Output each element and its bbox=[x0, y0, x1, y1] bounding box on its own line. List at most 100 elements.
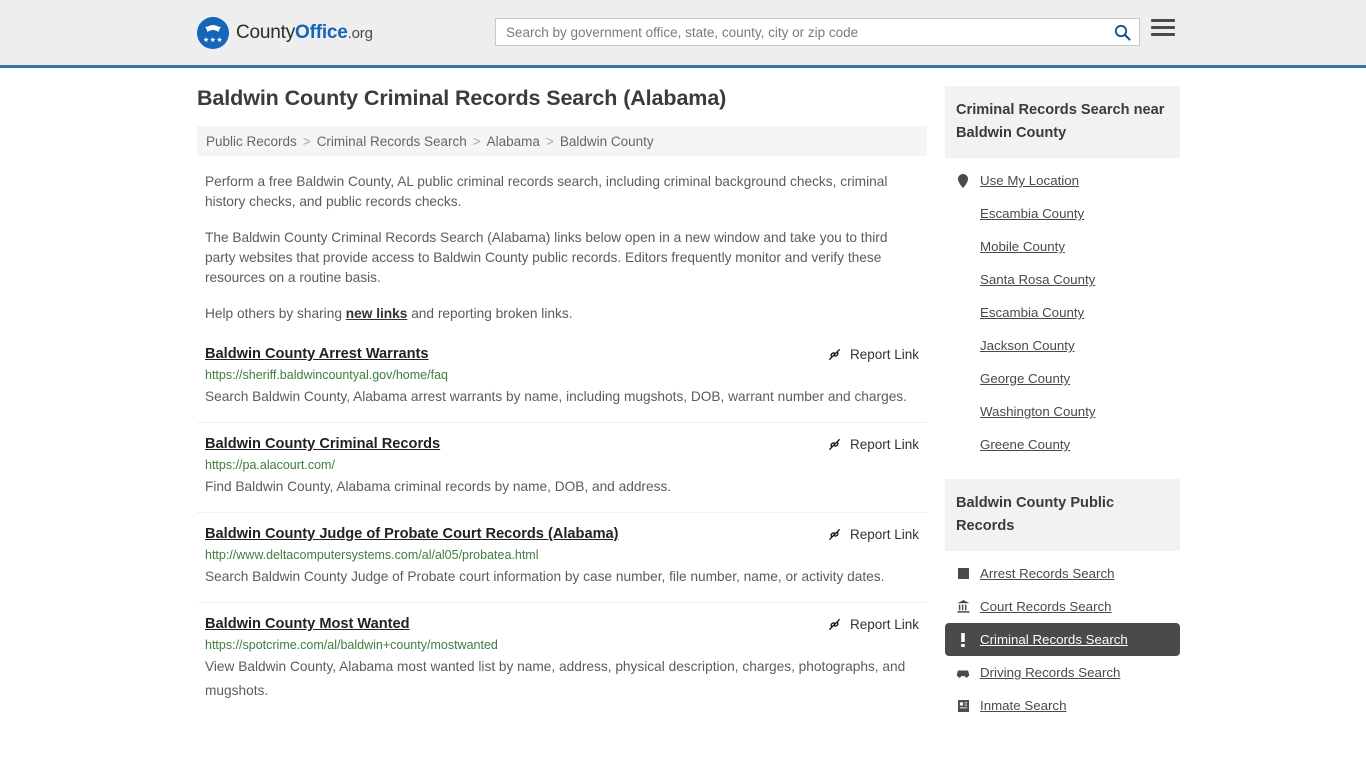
logo-wordmark: CountyOffice.org bbox=[236, 22, 373, 44]
search-button[interactable] bbox=[1105, 19, 1139, 45]
result-header: Baldwin County Judge of Probate Court Re… bbox=[205, 526, 919, 542]
sidebar-item-label: Washington County bbox=[980, 404, 1096, 419]
sidebar-item-jackson-county[interactable]: Jackson County bbox=[945, 329, 1180, 362]
report-link-button[interactable]: Report Link bbox=[827, 346, 919, 362]
result-item: Baldwin County Most Wanted Report Link h… bbox=[197, 616, 927, 716]
sidebar-item-label: Criminal Records Search bbox=[980, 632, 1128, 647]
intro-paragraph-3: Help others by sharing new links and rep… bbox=[197, 304, 927, 324]
logo-text-office: Office bbox=[295, 21, 348, 43]
result-description: Search Baldwin County Judge of Probate c… bbox=[205, 569, 885, 584]
sidebar-item-escambia-county[interactable]: Escambia County bbox=[945, 197, 1180, 230]
breadcrumb-separator: > bbox=[302, 133, 311, 149]
sidebar-item-use-my-location[interactable]: Use My Location bbox=[945, 164, 1180, 197]
report-link-label: Report Link bbox=[849, 347, 919, 362]
report-link-button[interactable]: Report Link bbox=[827, 616, 919, 632]
new-links-link[interactable]: new links bbox=[346, 306, 408, 321]
share-text-before: Help others by sharing bbox=[205, 306, 346, 321]
share-text-after: and reporting broken links. bbox=[407, 306, 573, 321]
sidebar-item-label: Santa Rosa County bbox=[980, 272, 1096, 287]
nearby-card-title: Criminal Records Search near Baldwin Cou… bbox=[945, 86, 1180, 158]
broken-link-icon bbox=[828, 618, 841, 631]
sidebar-item-label: Use My Location bbox=[980, 173, 1080, 188]
public-records-card: Baldwin County Public Records Arrest Rec… bbox=[945, 479, 1180, 722]
sidebar-item-label: Escambia County bbox=[980, 305, 1085, 320]
sidebar-item-washington-county[interactable]: Washington County bbox=[945, 395, 1180, 428]
breadcrumb-separator: > bbox=[472, 133, 481, 149]
hamburger-bar bbox=[1151, 26, 1175, 29]
eagle-shield-icon: ★★★ bbox=[197, 16, 229, 49]
report-link-button[interactable]: Report Link bbox=[827, 526, 919, 542]
search-bar[interactable] bbox=[495, 18, 1140, 46]
page-title: Baldwin County Criminal Records Search (… bbox=[197, 86, 727, 110]
sidebar-item-george-county[interactable]: George County bbox=[945, 362, 1180, 395]
nearby-counties-list: Use My Location Escambia County Mobile C… bbox=[945, 164, 1180, 461]
hamburger-bar bbox=[1151, 19, 1175, 22]
sidebar-item-greene-county[interactable]: Greene County bbox=[945, 428, 1180, 461]
sidebar-item-label: Greene County bbox=[980, 437, 1071, 452]
sidebar-item-driving-records-search[interactable]: Driving Records Search bbox=[945, 656, 1180, 689]
result-item: Baldwin County Judge of Probate Court Re… bbox=[197, 526, 927, 603]
breadcrumb-item-alabama[interactable]: Alabama bbox=[487, 134, 540, 149]
intro-paragraph-1: Perform a free Baldwin County, AL public… bbox=[205, 174, 888, 209]
broken-link-icon bbox=[828, 528, 841, 541]
breadcrumb-item-baldwin-county[interactable]: Baldwin County bbox=[560, 134, 654, 149]
results-list: Baldwin County Arrest Warrants Report Li… bbox=[197, 346, 927, 716]
result-header: Baldwin County Most Wanted Report Link bbox=[205, 616, 919, 632]
sidebar-item-santa-rosa-county[interactable]: Santa Rosa County bbox=[945, 263, 1180, 296]
sidebar-item-criminal-records-search[interactable]: Criminal Records Search bbox=[945, 623, 1180, 656]
sidebar-item-label: Driving Records Search bbox=[980, 665, 1121, 680]
sidebar-item-mobile-county[interactable]: Mobile County bbox=[945, 230, 1180, 263]
result-description: Search Baldwin County, Alabama arrest wa… bbox=[205, 389, 907, 404]
nearby-counties-card: Criminal Records Search near Baldwin Cou… bbox=[945, 86, 1180, 461]
result-item: Baldwin County Criminal Records Report L… bbox=[197, 436, 927, 513]
sidebar-item-court-records-search[interactable]: Court Records Search bbox=[945, 590, 1180, 623]
result-header: Baldwin County Arrest Warrants Report Li… bbox=[205, 346, 919, 362]
search-input[interactable] bbox=[496, 24, 1105, 40]
public-records-card-title: Baldwin County Public Records bbox=[945, 479, 1180, 551]
report-link-button[interactable]: Report Link bbox=[827, 436, 919, 452]
sidebar-item-label: Arrest Records Search bbox=[980, 566, 1115, 581]
intro-section: Perform a free Baldwin County, AL public… bbox=[197, 172, 927, 324]
sidebar-item-inmate-search[interactable]: Inmate Search bbox=[945, 689, 1180, 722]
logo-text-county: County bbox=[236, 21, 296, 43]
exclamation-icon bbox=[956, 632, 970, 647]
site-header: ★★★ CountyOffice.org bbox=[0, 0, 1366, 68]
breadcrumb-item-public-records[interactable]: Public Records bbox=[206, 134, 297, 149]
sidebar-item-escambia-county-2[interactable]: Escambia County bbox=[945, 296, 1180, 329]
broken-link-icon bbox=[828, 348, 841, 361]
sidebar: Criminal Records Search near Baldwin Cou… bbox=[945, 86, 1180, 740]
result-title-link[interactable]: Baldwin County Judge of Probate Court Re… bbox=[205, 526, 619, 542]
breadcrumb-item-criminal-records-search[interactable]: Criminal Records Search bbox=[317, 134, 467, 149]
stars-glyph: ★★★ bbox=[202, 36, 224, 44]
hamburger-menu-icon[interactable] bbox=[1151, 19, 1175, 36]
courthouse-icon bbox=[956, 600, 970, 613]
report-link-label: Report Link bbox=[849, 437, 919, 452]
page-body: Baldwin County Criminal Records Search (… bbox=[0, 68, 1366, 740]
result-url: https://sheriff.baldwincountyal.gov/home… bbox=[205, 368, 448, 382]
result-description: View Baldwin County, Alabama most wanted… bbox=[205, 659, 906, 698]
logo-text-org: .org bbox=[347, 24, 373, 42]
sidebar-item-label: Inmate Search bbox=[980, 698, 1067, 713]
sidebar-item-label: Mobile County bbox=[980, 239, 1065, 254]
result-title-link[interactable]: Baldwin County Criminal Records bbox=[205, 436, 440, 452]
intro-paragraph-2: The Baldwin County Criminal Records Sear… bbox=[205, 230, 888, 285]
search-icon bbox=[1114, 24, 1131, 41]
result-item: Baldwin County Arrest Warrants Report Li… bbox=[197, 346, 927, 423]
site-logo[interactable]: ★★★ CountyOffice.org bbox=[197, 16, 373, 49]
result-description: Find Baldwin County, Alabama criminal re… bbox=[205, 479, 672, 494]
main-content: Baldwin County Criminal Records Search (… bbox=[197, 86, 927, 740]
public-records-list: Arrest Records Search Court Records Sear… bbox=[945, 557, 1180, 722]
eagle-glyph bbox=[205, 24, 221, 32]
breadcrumb: Public Records > Criminal Records Search… bbox=[197, 126, 927, 156]
result-title-link[interactable]: Baldwin County Most Wanted bbox=[205, 616, 410, 632]
car-icon bbox=[956, 668, 970, 678]
sidebar-item-label: George County bbox=[980, 371, 1071, 386]
result-title-link[interactable]: Baldwin County Arrest Warrants bbox=[205, 346, 429, 362]
result-header: Baldwin County Criminal Records Report L… bbox=[205, 436, 919, 452]
result-url: https://spotcrime.com/al/baldwin+county/… bbox=[205, 638, 498, 652]
sidebar-item-label: Court Records Search bbox=[980, 599, 1112, 614]
sidebar-item-arrest-records-search[interactable]: Arrest Records Search bbox=[945, 557, 1180, 590]
broken-link-icon bbox=[828, 438, 841, 451]
sidebar-item-label: Escambia County bbox=[980, 206, 1085, 221]
square-icon bbox=[956, 568, 970, 579]
